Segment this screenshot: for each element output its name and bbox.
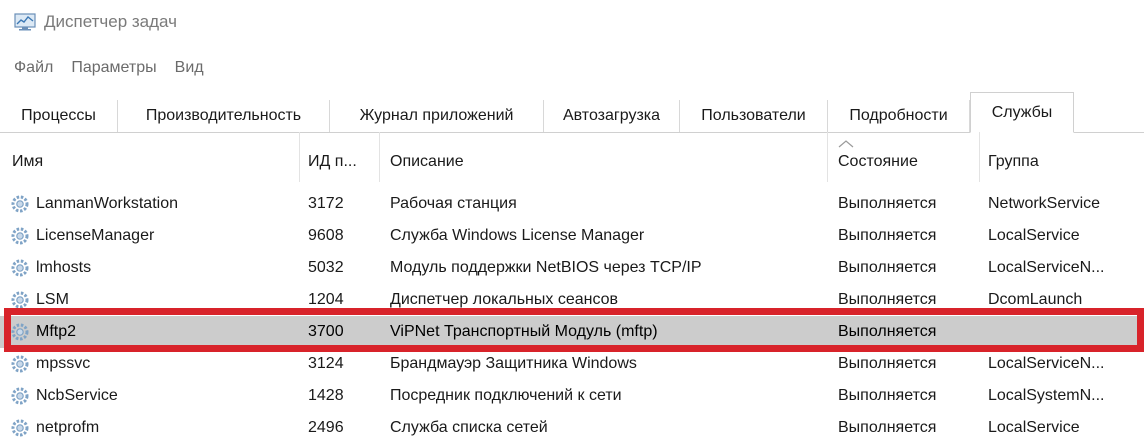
- menu-view[interactable]: Вид: [175, 59, 204, 77]
- tab-performance[interactable]: Производительность: [118, 100, 330, 132]
- service-status: Выполняется: [838, 355, 937, 372]
- service-name: lmhosts: [36, 259, 92, 276]
- service-pid: 1428: [308, 387, 344, 404]
- service-group: DcomLaunch: [988, 291, 1083, 308]
- column-header-name[interactable]: Имя: [0, 132, 300, 182]
- table-header: Имя ИД п... Описание Состояние Группа: [0, 132, 1144, 182]
- service-pid: 2496: [308, 419, 344, 436]
- service-name: netprofm: [36, 419, 100, 436]
- service-pid: 1204: [308, 291, 344, 308]
- column-header-description[interactable]: Описание: [380, 132, 828, 182]
- gear-icon: [11, 323, 29, 341]
- service-name: LanmanWorkstation: [36, 195, 178, 212]
- menu-file[interactable]: Файл: [14, 59, 53, 77]
- tab-processes[interactable]: Процессы: [0, 100, 118, 132]
- service-pid: 3172: [308, 195, 344, 212]
- service-name: Mftp2: [36, 323, 77, 340]
- window-title: Диспетчер задач: [44, 12, 177, 31]
- gear-icon: [11, 195, 29, 213]
- service-status: Выполняется: [838, 291, 937, 308]
- service-status: Выполняется: [838, 227, 937, 244]
- service-group: NetworkService: [988, 195, 1101, 212]
- column-header-group[interactable]: Группа: [980, 132, 1144, 182]
- service-status: Выполняется: [838, 387, 937, 404]
- service-status: Выполняется: [838, 323, 937, 340]
- menu-bar: Файл Параметры Вид: [0, 54, 222, 82]
- service-description: Модуль поддержки NetBIOS через TCP/IP: [390, 259, 702, 276]
- gear-icon: [11, 259, 29, 277]
- column-header-pid[interactable]: ИД п...: [300, 132, 380, 182]
- service-pid: 9608: [308, 227, 344, 244]
- gear-icon: [11, 387, 29, 405]
- service-pid: 5032: [308, 259, 344, 276]
- service-name: LSM: [36, 291, 69, 308]
- service-group: LocalServiceN...: [988, 355, 1105, 372]
- table-row[interactable]: lmhosts 5032 Модуль поддержки NetBIOS че…: [0, 252, 1144, 284]
- service-status: Выполняется: [838, 259, 937, 276]
- service-name: NcbService: [36, 387, 118, 404]
- service-description: ViPNet Транспортный Модуль (mftp): [390, 323, 658, 340]
- service-description: Диспетчер локальных сеансов: [390, 291, 619, 308]
- gear-icon: [11, 227, 29, 245]
- menu-options[interactable]: Параметры: [71, 59, 156, 77]
- table-row[interactable]: LicenseManager 9608 Служба Windows Licen…: [0, 220, 1144, 252]
- service-name: LicenseManager: [36, 227, 155, 244]
- gear-icon: [11, 419, 29, 437]
- gear-icon: [11, 355, 29, 373]
- service-description: Рабочая станция: [390, 195, 517, 212]
- table-row[interactable]: NcbService 1428 Посредник подключений к …: [0, 380, 1144, 412]
- service-group: LocalService: [988, 227, 1080, 244]
- services-table: Имя ИД п... Описание Состояние Группа La…: [0, 132, 1144, 437]
- table-row[interactable]: LSM 1204 Диспетчер локальных сеансов Вып…: [0, 284, 1144, 316]
- task-manager-icon: [14, 13, 36, 31]
- gear-icon: [11, 291, 29, 309]
- tab-app-history[interactable]: Журнал приложений: [330, 100, 544, 132]
- title-bar: Диспетчер задач: [0, 0, 1144, 44]
- service-pid: 3700: [308, 323, 344, 340]
- service-pid: 3124: [308, 355, 344, 372]
- service-group: LocalSystemN...: [988, 387, 1105, 404]
- tab-details[interactable]: Подробности: [828, 100, 970, 132]
- service-description: Служба Windows License Manager: [390, 227, 645, 244]
- tab-bar: Процессы Производительность Журнал прило…: [0, 92, 1144, 133]
- sort-arrow-icon: [838, 140, 854, 148]
- service-description: Брандмауэр Защитника Windows: [390, 355, 637, 372]
- service-description: Посредник подключений к сети: [390, 387, 622, 404]
- tab-users[interactable]: Пользователи: [680, 100, 828, 132]
- table-row[interactable]: netprofm 2496 Служба списка сетей Выполн…: [0, 412, 1144, 444]
- service-status: Выполняется: [838, 195, 937, 212]
- service-group: [988, 316, 1144, 348]
- service-status: Выполняется: [838, 419, 937, 436]
- table-row-selected[interactable]: Mftp2 3700 ViPNet Транспортный Модуль (m…: [0, 316, 1144, 348]
- table-row[interactable]: LanmanWorkstation 3172 Рабочая станция В…: [0, 188, 1144, 220]
- service-group: LocalServiceN...: [988, 259, 1105, 276]
- tab-startup[interactable]: Автозагрузка: [544, 100, 680, 132]
- service-name: mpssvc: [36, 355, 91, 372]
- service-group: LocalService: [988, 419, 1080, 436]
- service-description: Служба списка сетей: [390, 419, 548, 436]
- table-row[interactable]: mpssvc 3124 Брандмауэр Защитника Windows…: [0, 348, 1144, 380]
- tab-services[interactable]: Службы: [970, 92, 1074, 133]
